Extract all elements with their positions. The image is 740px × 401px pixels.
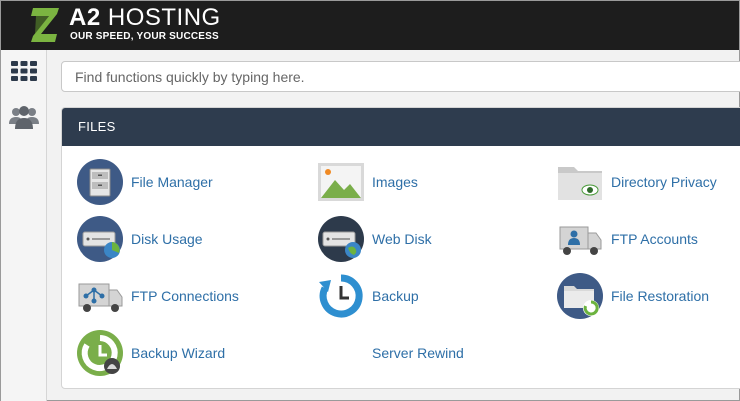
search-input[interactable] xyxy=(61,61,740,92)
web-disk-link[interactable]: Web Disk xyxy=(317,215,432,263)
backup-wizard-link[interactable]: Backup Wizard xyxy=(76,329,225,377)
a2-logo-icon[interactable] xyxy=(27,4,63,46)
files-panel: FILES File Manager Images Directory Priv… xyxy=(61,107,740,389)
apps-grid-icon xyxy=(11,61,37,81)
web-disk-label: Web Disk xyxy=(372,231,432,247)
backup-link[interactable]: Backup xyxy=(317,272,419,320)
top-bar: A2 HOSTING OUR SPEED, YOUR SUCCESS xyxy=(1,1,739,50)
disk-usage-label: Disk Usage xyxy=(131,231,203,247)
file-restoration-label: File Restoration xyxy=(611,288,710,304)
files-section-title: FILES xyxy=(62,108,740,146)
server-rewind-label: Server Rewind xyxy=(372,345,464,361)
file-restoration-icon xyxy=(557,273,603,319)
ftp-accounts-icon xyxy=(559,226,602,255)
users-icon xyxy=(9,106,39,129)
backup-wizard-icon xyxy=(77,330,123,376)
sidebar-item-apps[interactable] xyxy=(8,56,40,86)
file-restoration-link[interactable]: File Restoration xyxy=(556,272,709,320)
file-manager-icon xyxy=(77,159,123,205)
backup-icon xyxy=(319,274,363,318)
sidebar-item-users[interactable] xyxy=(8,102,40,132)
web-disk-icon xyxy=(318,216,364,262)
directory-privacy-link[interactable]: Directory Privacy xyxy=(556,158,717,206)
backup-label: Backup xyxy=(372,288,419,304)
brand-tagline: OUR SPEED, YOUR SUCCESS xyxy=(70,31,219,42)
file-manager-label: File Manager xyxy=(131,174,213,190)
images-icon xyxy=(318,163,364,201)
brand-name: A2 HOSTING xyxy=(69,4,221,31)
backup-wizard-label: Backup Wizard xyxy=(131,345,226,361)
images-label: Images xyxy=(372,174,418,190)
file-manager-link[interactable]: File Manager xyxy=(76,158,213,206)
disk-usage-link[interactable]: Disk Usage xyxy=(76,215,203,263)
server-rewind-link[interactable]: Server Rewind xyxy=(372,329,464,377)
ftp-connections-link[interactable]: FTP Connections xyxy=(76,272,239,320)
ftp-connections-label: FTP Connections xyxy=(131,288,239,304)
ftp-accounts-link[interactable]: FTP Accounts xyxy=(556,215,698,263)
ftp-accounts-label: FTP Accounts xyxy=(611,231,698,247)
ftp-connections-icon xyxy=(78,283,123,312)
images-link[interactable]: Images xyxy=(317,158,418,206)
directory-privacy-label: Directory Privacy xyxy=(611,174,717,190)
directory-privacy-icon xyxy=(558,167,602,200)
sidebar xyxy=(1,50,47,401)
disk-usage-icon xyxy=(77,216,123,262)
